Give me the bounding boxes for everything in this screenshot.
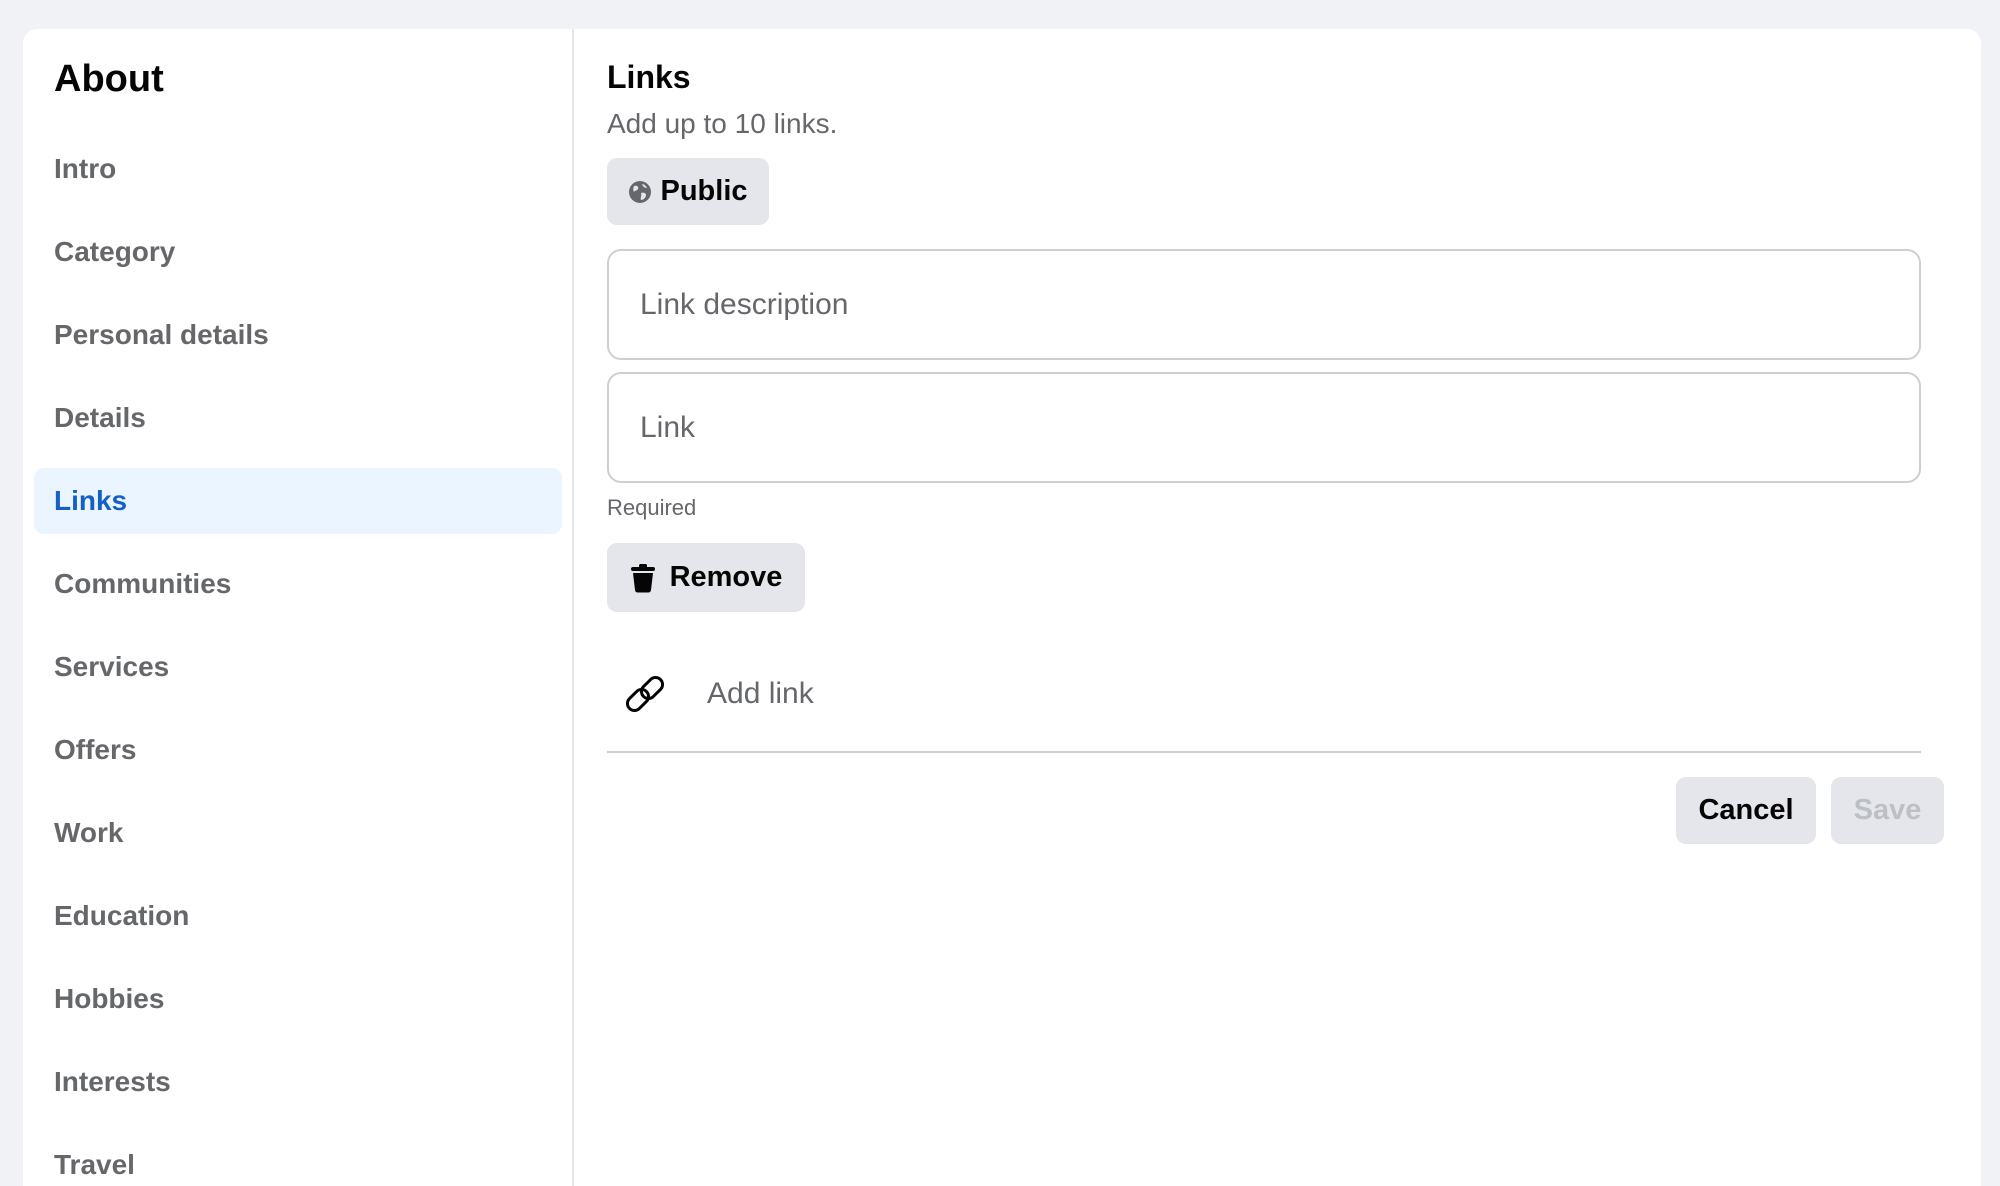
sidebar-item-travel[interactable]: Travel [34, 1132, 562, 1186]
required-hint: Required [607, 495, 697, 520]
save-button[interactable]: Save [1831, 777, 1944, 844]
privacy-button[interactable]: Public [607, 158, 769, 225]
sidebar-item-details[interactable]: Details [34, 385, 562, 451]
about-sidebar: About Intro Category Personal details De… [23, 29, 574, 1186]
sidebar-item-work[interactable]: Work [34, 800, 562, 866]
section-subtitle: Add up to 10 links. [607, 108, 838, 139]
sidebar-nav: Intro Category Personal details Details … [34, 136, 562, 1186]
section-title: Links [607, 59, 691, 95]
sidebar-title: About [54, 58, 164, 100]
sidebar-item-category[interactable]: Category [34, 219, 562, 285]
about-card: About Intro Category Personal details De… [23, 29, 1981, 1186]
globe-icon [628, 180, 652, 204]
add-link-button[interactable]: Add link [607, 654, 814, 734]
sidebar-item-interests[interactable]: Interests [34, 1049, 562, 1115]
link-icon [623, 672, 667, 716]
sidebar-item-education[interactable]: Education [34, 883, 562, 949]
add-link-label: Add link [707, 677, 814, 710]
sidebar-item-communities[interactable]: Communities [34, 551, 562, 617]
sidebar-item-services[interactable]: Services [34, 634, 562, 700]
link-description-input[interactable] [607, 249, 1921, 360]
sidebar-item-offers[interactable]: Offers [34, 717, 562, 783]
links-editor: Links Add up to 10 links. Public Require… [607, 29, 1944, 1186]
sidebar-item-intro[interactable]: Intro [34, 136, 562, 202]
remove-label: Remove [669, 561, 783, 593]
privacy-label: Public [660, 175, 748, 207]
cancel-button[interactable]: Cancel [1676, 777, 1816, 844]
divider [607, 751, 1921, 753]
remove-button[interactable]: Remove [607, 543, 805, 612]
trash-icon [630, 563, 656, 593]
link-url-input[interactable] [607, 372, 1921, 483]
sidebar-item-links[interactable]: Links [34, 468, 562, 534]
sidebar-item-personal-details[interactable]: Personal details [34, 302, 562, 368]
sidebar-item-hobbies[interactable]: Hobbies [34, 966, 562, 1032]
